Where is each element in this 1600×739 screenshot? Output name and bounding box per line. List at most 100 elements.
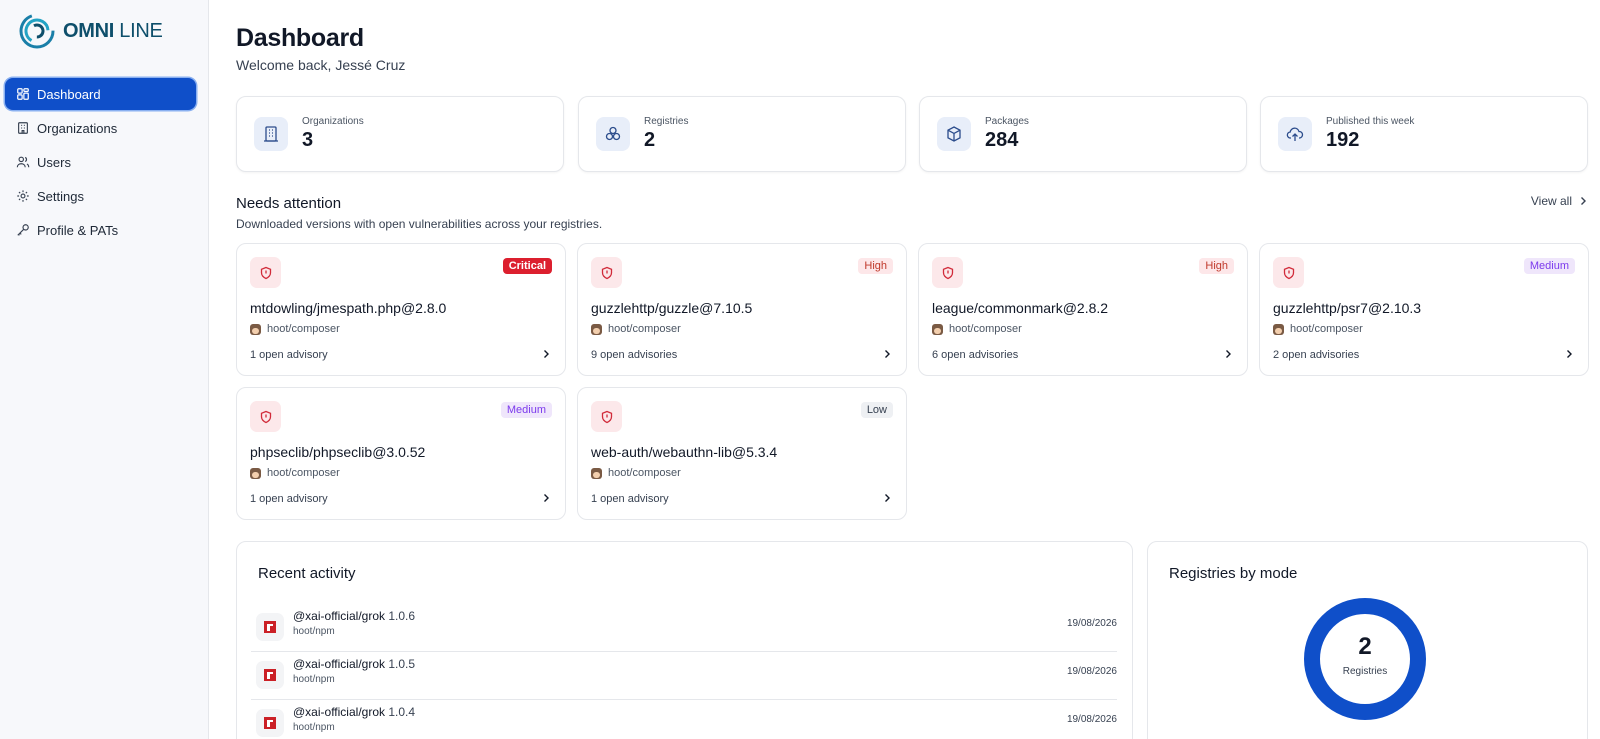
vulnerability-card[interactable]: Low web-auth/webauthn-lib@5.3.4 hoot/com… xyxy=(577,387,907,520)
main-content: Dashboard Welcome back, Jessé Cruz Organ… xyxy=(236,0,1589,739)
avatar xyxy=(250,323,261,335)
package-version: 1.0.6 xyxy=(388,609,416,623)
building-icon xyxy=(264,126,278,142)
view-all-label: View all xyxy=(1530,194,1572,208)
view-all-link[interactable]: View all xyxy=(1531,194,1588,208)
registry-name: hoot/composer xyxy=(949,323,1022,335)
sidebar-item-organizations[interactable]: Organizations xyxy=(5,112,196,144)
package-name: guzzlehttp/psr7@2.10.3 xyxy=(1273,300,1422,316)
activity-row[interactable]: @xai-official/grok 1.0.6 hoot/npm 19/08/… xyxy=(251,605,1117,652)
chevron-right-icon xyxy=(885,494,890,502)
page-title: Dashboard xyxy=(236,24,364,52)
registry-name: hoot/composer xyxy=(267,467,340,479)
vulnerability-card[interactable]: High league/commonmark@2.8.2 hoot/compos… xyxy=(918,243,1248,376)
stat-label: Organizations xyxy=(302,116,364,127)
vulnerability-card[interactable]: Medium guzzlehttp/psr7@2.10.3 hoot/compo… xyxy=(1259,243,1589,376)
chevron-right-icon xyxy=(1567,350,1572,358)
shield-icon-wrap xyxy=(591,401,622,432)
stat-value: 284 xyxy=(985,129,1019,151)
sidebar-item-dashboard[interactable]: Dashboard xyxy=(5,78,196,110)
stat-value: 192 xyxy=(1326,129,1360,151)
shield-icon xyxy=(1283,266,1294,279)
sidebar-item-label: Users xyxy=(37,154,71,170)
registry-label: hoot/composer xyxy=(250,467,340,479)
stat-value: 2 xyxy=(644,129,656,151)
registry-name: hoot/composer xyxy=(1290,323,1363,335)
package-name: guzzlehttp/guzzle@7.10.5 xyxy=(591,300,753,316)
severity-badge: High xyxy=(1199,258,1234,274)
avatar xyxy=(591,323,602,335)
advisory-count: 9 open advisories xyxy=(591,349,678,361)
sidebar-item-profile-pats[interactable]: Profile & PATs xyxy=(5,214,196,246)
activity-registry: hoot/npm xyxy=(293,722,335,733)
package-name: league/commonmark@2.8.2 xyxy=(932,300,1109,316)
shield-icon-wrap xyxy=(932,257,963,288)
avatar xyxy=(932,323,943,335)
npm-icon xyxy=(264,717,276,729)
registries-by-mode-title: Registries by mode xyxy=(1169,565,1298,582)
needs-attention-title: Needs attention xyxy=(236,195,342,212)
sidebar-item-label: Dashboard xyxy=(37,86,101,102)
boxes-icon xyxy=(605,126,621,141)
activity-package: @xai-official/grok 1.0.5 xyxy=(293,657,415,671)
npm-icon xyxy=(264,621,276,633)
chevron-right-icon xyxy=(544,350,549,358)
welcome-text: Welcome back, Jessé Cruz xyxy=(236,57,406,73)
shield-icon-wrap xyxy=(250,401,281,432)
registry-label: hoot/composer xyxy=(591,467,681,479)
building-icon xyxy=(18,122,28,134)
chevron-right-icon xyxy=(544,494,549,502)
needs-attention-subtitle: Downloaded versions with open vulnerabil… xyxy=(236,217,603,231)
activity-date: 19/08/2026 xyxy=(1066,666,1117,677)
sidebar-item-label: Organizations xyxy=(37,120,118,136)
advisory-count: 2 open advisories xyxy=(1273,349,1360,361)
vulnerability-card[interactable]: High guzzlehttp/guzzle@7.10.5 hoot/compo… xyxy=(577,243,907,376)
shield-icon xyxy=(942,266,953,279)
brand-logo[interactable]: OMNI LINE xyxy=(17,12,163,50)
npm-icon-wrap xyxy=(256,661,284,689)
npm-icon xyxy=(264,669,276,681)
stat-label: Packages xyxy=(985,116,1029,127)
activity-row[interactable]: @xai-official/grok 1.0.5 hoot/npm 19/08/… xyxy=(251,653,1117,700)
chevron-right-icon xyxy=(1226,350,1231,358)
recent-activity-panel: Recent activity @xai-official/grok 1.0.6… xyxy=(236,541,1133,739)
activity-row[interactable]: @xai-official/grok 1.0.4 hoot/npm 19/08/… xyxy=(251,701,1117,739)
sidebar-item-settings[interactable]: Settings xyxy=(5,180,196,212)
registry-label: hoot/composer xyxy=(1273,323,1363,335)
package-name: @xai-official/grok xyxy=(293,705,385,719)
package-name: web-auth/webauthn-lib@5.3.4 xyxy=(591,444,778,460)
stat-card-organizations: Organizations 3 xyxy=(236,96,564,172)
package-name: mtdowling/jmespath.php@2.8.0 xyxy=(250,300,447,316)
activity-registry: hoot/npm xyxy=(293,626,335,637)
vulnerability-card[interactable]: Medium phpseclib/phpseclib@3.0.52 hoot/c… xyxy=(236,387,566,520)
severity-badge: Low xyxy=(860,402,893,418)
stat-card-packages: Packages 284 xyxy=(919,96,1247,172)
sidebar-nav: Dashboard Organizations Users Settings P… xyxy=(5,78,196,248)
stat-card-registries: Registries 2 xyxy=(578,96,906,172)
npm-icon-wrap xyxy=(256,613,284,641)
sidebar-item-users[interactable]: Users xyxy=(5,146,196,178)
activity-registry: hoot/npm xyxy=(293,674,335,685)
package-name: @xai-official/grok xyxy=(293,657,385,671)
package-name: @xai-official/grok xyxy=(293,609,385,623)
severity-badge: Medium xyxy=(1523,258,1575,274)
recent-activity-title: Recent activity xyxy=(258,565,356,582)
stat-icon-wrap xyxy=(596,117,630,151)
chevron-right-icon xyxy=(885,350,890,358)
severity-badge: High xyxy=(858,258,893,274)
advisory-count: 1 open advisory xyxy=(591,493,669,505)
shield-icon xyxy=(260,410,271,423)
avatar xyxy=(1273,323,1284,335)
brand-name: OMNI LINE xyxy=(63,19,163,42)
shield-icon-wrap xyxy=(1273,257,1304,288)
activity-package: @xai-official/grok 1.0.6 xyxy=(293,609,415,623)
stat-card-published-this-week: Published this week 192 xyxy=(1260,96,1588,172)
stat-value: 3 xyxy=(302,129,314,151)
stat-icon-wrap xyxy=(937,117,971,151)
package-version: 1.0.4 xyxy=(388,705,416,719)
registry-label: hoot/composer xyxy=(932,323,1022,335)
vulnerability-card[interactable]: Critical mtdowling/jmespath.php@2.8.0 ho… xyxy=(236,243,566,376)
activity-date: 19/08/2026 xyxy=(1066,618,1117,629)
registry-label: hoot/composer xyxy=(250,323,340,335)
registry-name: hoot/composer xyxy=(267,323,340,335)
